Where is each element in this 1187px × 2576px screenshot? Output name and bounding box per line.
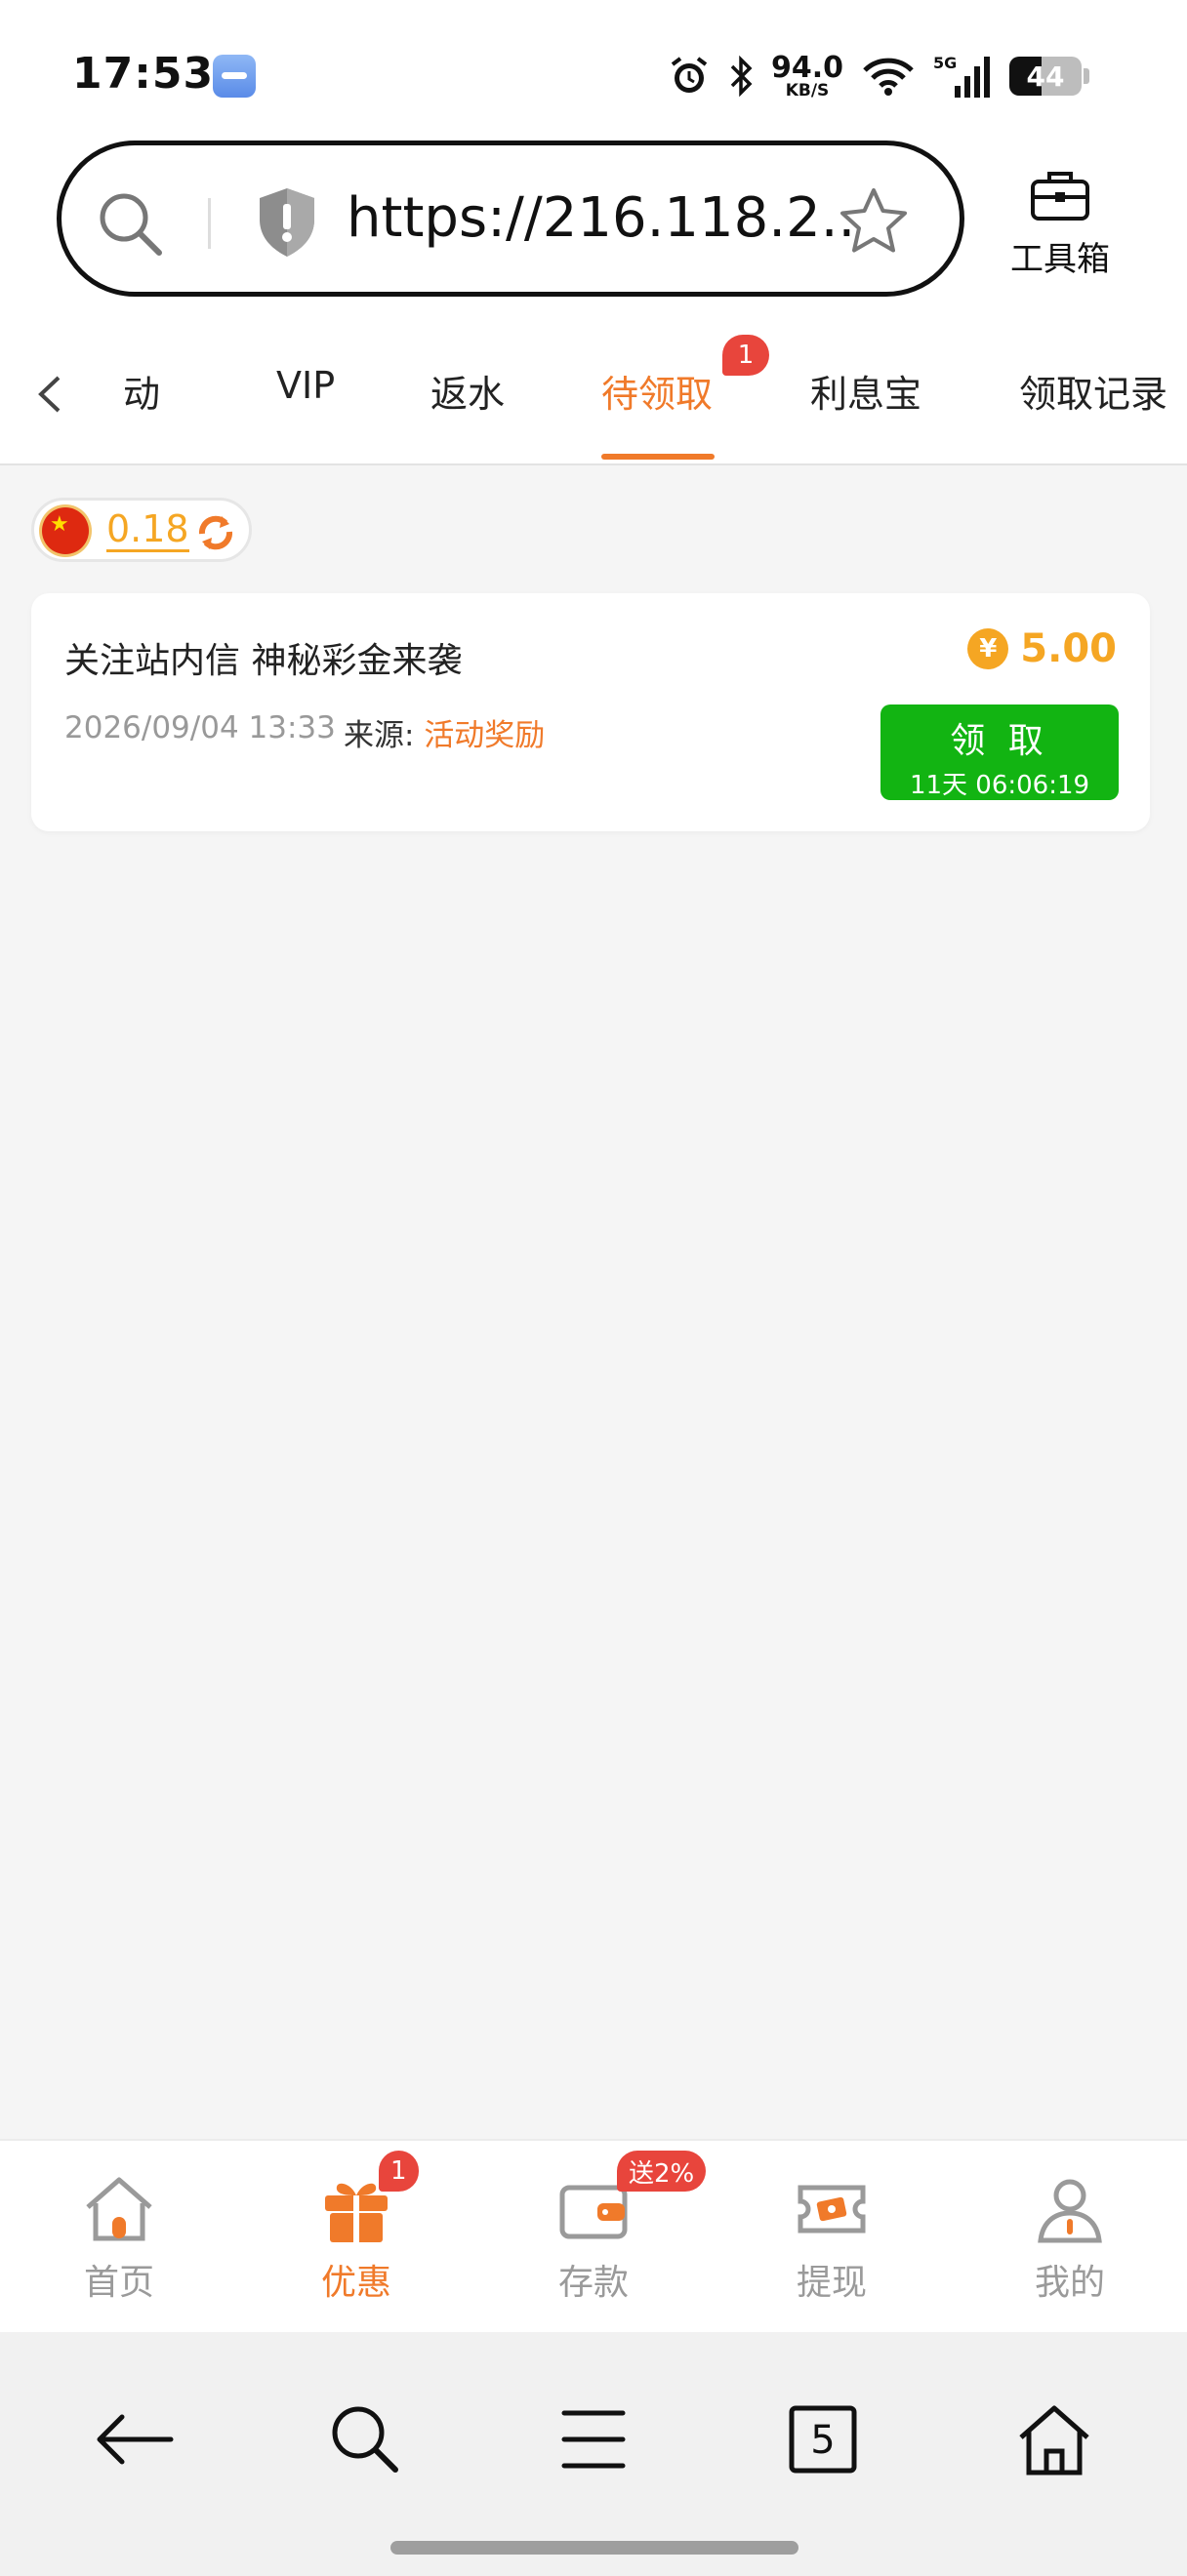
tab-pending[interactable]: 待领取	[601, 364, 713, 418]
url-box[interactable]: https://216.118.2...	[57, 141, 964, 297]
browser-address-bar: https://216.118.2... 工具箱	[0, 137, 1187, 327]
net-speed-value: 94.0	[770, 50, 843, 85]
url-text[interactable]: https://216.118.2...	[347, 186, 854, 250]
china-flag-icon: ★	[42, 507, 89, 554]
reward-source-value: 活动奖励	[424, 718, 546, 753]
nav-label-profile: 我的	[1034, 2263, 1105, 2303]
network-speed: 94.0 KB/S	[770, 50, 843, 101]
category-tabs: 活动 VIP 返水 待领取 1 利息宝 领取记录	[0, 327, 1187, 465]
nav-deposit-badge: 送2%	[617, 2151, 707, 2192]
toolbox-label: 工具箱	[1010, 240, 1110, 279]
nav-item-promo[interactable]: 优惠	[278, 2174, 434, 2305]
signal-icon: 5G	[933, 53, 992, 100]
tab-rebate[interactable]: 返水	[430, 364, 505, 418]
reward-title: 关注站内信 神秘彩金来袭	[64, 641, 463, 681]
nav-item-deposit[interactable]: 存款	[515, 2174, 672, 2305]
reward-amount-value: 5.00	[1020, 626, 1117, 671]
status-time: 17:53	[72, 49, 215, 99]
wallet-icon	[554, 2185, 633, 2248]
balance-value: 0.18	[106, 507, 189, 552]
nav-label-deposit: 存款	[557, 2263, 629, 2303]
battery-level: 44	[1026, 60, 1065, 93]
tab-count: 5	[810, 2418, 835, 2463]
claim-button-label: 领 取	[950, 721, 1049, 761]
menu-icon[interactable]	[545, 2391, 642, 2488]
wifi-icon	[861, 55, 916, 98]
app-bottom-nav: 首页 优惠 1 存款 送2% 提现 我的	[0, 2139, 1187, 2332]
reward-amount: ¥ 5.00	[967, 626, 1117, 671]
claim-countdown: 11天 06:06:19	[909, 771, 1090, 800]
home-icon	[80, 2177, 158, 2248]
search-icon[interactable]	[316, 2391, 414, 2488]
toolbox-icon	[1028, 172, 1092, 228]
tab-pending-badge: 1	[722, 335, 769, 376]
back-arrow-icon[interactable]	[86, 2391, 184, 2488]
profile-icon	[1031, 2179, 1109, 2248]
star-icon[interactable]	[835, 182, 913, 264]
alarm-icon	[668, 55, 711, 98]
reward-source-label: 来源:	[344, 718, 415, 753]
reward-date: 2026/09/04 13:33	[64, 710, 336, 745]
tab-vip[interactable]: VIP	[276, 364, 335, 407]
tab-interest[interactable]: 利息宝	[810, 364, 921, 418]
network-type: 5G	[933, 54, 957, 72]
battery-cap	[1084, 68, 1089, 84]
search-icon[interactable]	[95, 188, 169, 266]
toolbox-button[interactable]: 工具箱	[1002, 166, 1119, 280]
reward-source: 来源: 活动奖励	[344, 710, 545, 754]
gift-icon	[317, 2183, 395, 2248]
app-notification-icon	[213, 55, 256, 98]
withdraw-icon	[793, 2185, 871, 2248]
tab-active-indicator	[601, 454, 715, 460]
battery-icon: 44	[1009, 57, 1082, 96]
tab-activity[interactable]: 活动	[123, 364, 160, 413]
chevron-left-icon[interactable]	[25, 370, 74, 423]
tab-claim-history[interactable]: 领取记录	[1019, 364, 1167, 418]
nav-label-withdraw: 提现	[796, 2263, 867, 2303]
tabs-count-icon[interactable]: 5	[774, 2391, 872, 2488]
net-speed-unit: KB/S	[785, 80, 830, 101]
tab-activity-clip: 活动	[123, 364, 184, 413]
browser-toolbar: 5	[0, 2332, 1187, 2576]
refresh-icon[interactable]	[192, 510, 239, 559]
nav-item-withdraw[interactable]: 提现	[754, 2174, 910, 2305]
nav-label-promo: 优惠	[320, 2263, 391, 2303]
home-icon[interactable]	[1005, 2391, 1103, 2488]
url-divider	[208, 198, 211, 249]
bluetooth-icon	[728, 55, 754, 98]
nav-promo-badge: 1	[379, 2151, 419, 2192]
status-bar: 17:53 94.0 KB/S 5G 44	[0, 0, 1187, 137]
shield-warning-icon[interactable]	[253, 184, 321, 264]
reward-card: 关注站内信 神秘彩金来袭 ¥ 5.00 2026/09/04 13:33 来源:…	[31, 593, 1150, 831]
home-indicator[interactable]	[390, 2541, 798, 2555]
nav-item-profile[interactable]: 我的	[992, 2174, 1148, 2305]
nav-item-home[interactable]: 首页	[41, 2174, 197, 2305]
claim-button[interactable]: 领 取 11天 06:06:19	[880, 704, 1119, 800]
nav-label-home: 首页	[83, 2263, 154, 2303]
yuan-coin-icon: ¥	[967, 628, 1009, 669]
balance-pill: ★ 0.18	[31, 498, 252, 562]
